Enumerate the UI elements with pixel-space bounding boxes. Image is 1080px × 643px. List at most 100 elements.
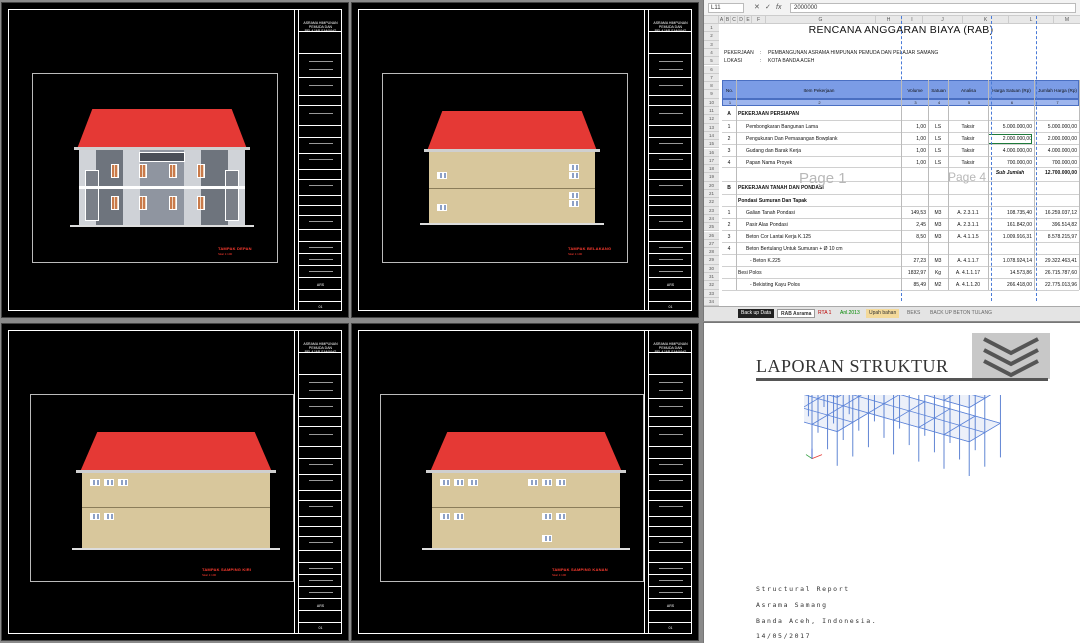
column-header[interactable]: G xyxy=(766,16,876,24)
cell-jumlah[interactable]: 396.514,82 xyxy=(1034,220,1077,230)
row-header[interactable]: 24 xyxy=(704,214,719,224)
cell-vol[interactable]: 1,00 xyxy=(901,146,926,156)
cell-item[interactable]: Beton Cor Lantai Kerja K.125 xyxy=(738,232,898,242)
cell-ana[interactable]: A. 4.1.1.17 xyxy=(948,268,988,278)
cell-sat[interactable]: LS xyxy=(928,122,948,132)
cell-jumlah[interactable]: 700.000,00 xyxy=(1034,158,1077,168)
cell-sat[interactable]: LS xyxy=(928,146,948,156)
cell-jumlah[interactable]: 12.700.000,00 xyxy=(1034,168,1077,178)
row-header[interactable]: 34 xyxy=(704,297,719,307)
row-header[interactable]: 18 xyxy=(704,165,719,174)
row-header[interactable]: 30 xyxy=(704,264,719,273)
cell-item[interactable]: Pengukuran Dan Pemasangan Bowplank xyxy=(738,134,898,144)
cell-jumlah[interactable]: 2.000.000,00 xyxy=(1034,134,1077,144)
cell-no[interactable]: A xyxy=(722,109,736,119)
cell-jumlah[interactable]: 5.000.000,00 xyxy=(1034,122,1077,132)
cell-jumlah[interactable]: 22.775.013,96 xyxy=(1034,280,1077,290)
cell-no[interactable]: 2 xyxy=(722,220,736,230)
cell-harga[interactable]: 161.842,00 xyxy=(988,220,1032,230)
cell-jumlah[interactable]: 29.322.463,41 xyxy=(1034,256,1077,266)
cell-no[interactable]: B xyxy=(722,183,736,193)
cell-no[interactable]: 4 xyxy=(722,158,736,168)
row-header[interactable]: 11 xyxy=(704,107,719,116)
cell-item[interactable]: Pembongkaran Bangunan Lama xyxy=(738,122,898,132)
row-header[interactable]: 6 xyxy=(704,65,719,74)
cancel-icon[interactable]: ✕ xyxy=(754,3,760,12)
cad-view-right[interactable]: ASRAMA HIMPUNAN PEMUDA DAN PELAJAR SAMAN… xyxy=(351,323,699,641)
row-header[interactable]: 2 xyxy=(704,32,719,41)
column-header[interactable]: J xyxy=(923,16,963,24)
column-header[interactable]: F xyxy=(752,16,766,24)
column-header[interactable]: D xyxy=(738,16,745,24)
cell-vol[interactable]: 1832,97 xyxy=(901,268,926,278)
row-header[interactable]: 3 xyxy=(704,40,719,49)
sheet-tab[interactable]: Upah bahan xyxy=(866,309,900,318)
report-document[interactable]: LAPORAN STRUKTUR Structural Report Asram… xyxy=(703,322,1080,643)
cell-vol[interactable]: 1,00 xyxy=(901,122,926,132)
cell-sat[interactable]: M3 xyxy=(928,220,948,230)
column-header[interactable]: E xyxy=(745,16,752,24)
cell-item[interactable]: Besi Polos xyxy=(738,268,898,278)
cell-vol[interactable]: 1,00 xyxy=(901,134,926,144)
cell-item[interactable]: Papan Nama Proyek xyxy=(738,158,898,168)
row-header[interactable]: 13 xyxy=(704,123,719,132)
sheet-tab[interactable]: Back up Data xyxy=(738,309,775,318)
column-header[interactable]: C xyxy=(731,16,738,24)
row-header[interactable]: 27 xyxy=(704,239,719,249)
row-header[interactable]: 8 xyxy=(704,82,719,91)
cell-jumlah[interactable]: 8.578.215,97 xyxy=(1034,232,1077,242)
cell-ana[interactable]: A. 4.1.1.20 xyxy=(948,280,988,290)
row-header[interactable]: 25 xyxy=(704,223,719,232)
cell-harga[interactable]: 4.000.000,00 xyxy=(988,146,1032,156)
row-header[interactable]: 32 xyxy=(704,281,719,290)
row-header[interactable]: 33 xyxy=(704,289,719,298)
row-header[interactable]: 26 xyxy=(704,231,719,240)
sheet-tab[interactable]: Anl.2013 xyxy=(837,309,863,318)
cell-item[interactable]: - Bekisting Kayu Polos xyxy=(738,280,898,290)
cell-sat[interactable]: Kg xyxy=(928,268,948,278)
cell-item[interactable]: Pasir Alas Pondasi xyxy=(738,220,898,230)
cell-no[interactable]: 3 xyxy=(722,232,736,242)
cell-sat[interactable]: LS xyxy=(928,158,948,168)
cell-ana[interactable]: A. 4.1.1.7 xyxy=(948,256,988,266)
cell-ana[interactable]: Taksir xyxy=(948,158,988,168)
cell-item[interactable]: Gudang dan Barak Kerja xyxy=(738,146,898,156)
column-header[interactable]: M xyxy=(1054,16,1080,24)
cell-sat[interactable]: M3 xyxy=(928,208,948,218)
cell-no[interactable]: 1 xyxy=(722,208,736,218)
cell-harga[interactable]: 2.000.000,00 xyxy=(988,134,1032,144)
column-header[interactable]: H xyxy=(876,16,902,24)
sheet-tab[interactable]: RAB Asrama xyxy=(777,309,816,318)
cell-sat[interactable]: LS xyxy=(928,134,948,144)
cell-harga[interactable]: 700.000,00 xyxy=(988,158,1032,168)
cell-sat[interactable]: M2 xyxy=(928,280,948,290)
row-header[interactable]: 20 xyxy=(704,181,719,190)
cell-no[interactable]: 1 xyxy=(722,122,736,132)
cell-ana[interactable]: A. 2.3.1.1 xyxy=(948,208,988,218)
cell-vol[interactable]: 8,50 xyxy=(901,232,926,242)
formula-input[interactable]: 2000000 xyxy=(790,3,1076,13)
row-header[interactable]: 17 xyxy=(704,156,719,166)
cell-harga[interactable]: 108.735,40 xyxy=(988,208,1032,218)
cell-harga[interactable]: 1.078.924,14 xyxy=(988,256,1032,266)
cell-ana[interactable]: A. 2.3.1.1 xyxy=(948,220,988,230)
row-header[interactable]: 31 xyxy=(704,273,719,282)
cad-view-rear[interactable]: ASRAMA HIMPUNAN PEMUDA DAN PELAJAR SAMAN… xyxy=(351,2,699,318)
row-header[interactable]: 16 xyxy=(704,148,719,157)
cell-harga[interactable]: Sub Jumlah xyxy=(988,168,1032,178)
enter-icon[interactable]: ✓ xyxy=(765,3,771,12)
row-header[interactable]: 23 xyxy=(704,206,719,215)
row-header[interactable]: 4 xyxy=(704,48,719,58)
cell-harga[interactable]: 266.418,00 xyxy=(988,280,1032,290)
cell-item[interactable]: Pondasi Sumuran Dan Tapak xyxy=(738,196,898,206)
cell-ana[interactable]: Taksir xyxy=(948,146,988,156)
row-header[interactable]: 22 xyxy=(704,198,719,207)
cell-harga[interactable]: 5.000.000,00 xyxy=(988,122,1032,132)
row-header[interactable]: 12 xyxy=(704,115,719,124)
cell-jumlah[interactable]: 4.000.000,00 xyxy=(1034,146,1077,156)
row-header[interactable]: 7 xyxy=(704,73,719,83)
cell-harga[interactable]: 1.009.916,31 xyxy=(988,232,1032,242)
row-header[interactable]: 29 xyxy=(704,256,719,265)
cell-vol[interactable]: 1,00 xyxy=(901,158,926,168)
row-header[interactable]: 14 xyxy=(704,131,719,141)
